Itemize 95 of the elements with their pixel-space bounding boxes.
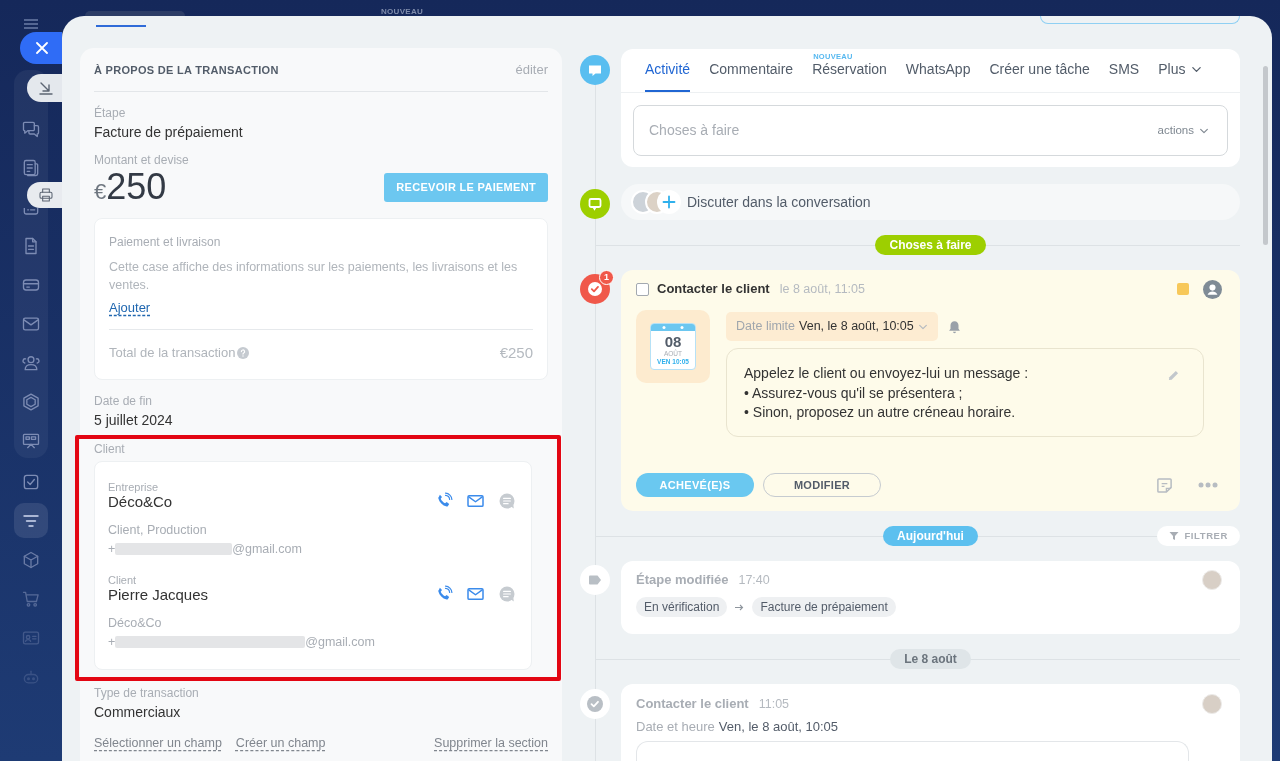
cube-icon <box>21 549 41 570</box>
square-marker-icon[interactable] <box>1177 283 1189 295</box>
field-label: Étape <box>94 106 127 120</box>
deadline-dropdown[interactable]: Date limite Ven, le 8 août, 10:05 <box>726 312 938 341</box>
mail-icon[interactable] <box>466 585 485 603</box>
date-badge: Choses à faire <box>875 235 986 255</box>
filter-icon <box>1169 531 1180 541</box>
done-check-icon <box>580 689 610 719</box>
date-label: Date et heure <box>636 719 715 735</box>
date-value: Ven, le 8 août, 10:05 <box>718 719 839 735</box>
bell-icon[interactable] <box>947 319 961 334</box>
task-check-icon <box>580 274 610 304</box>
task-checkbox[interactable] <box>636 282 649 296</box>
deadline-label: Date limite <box>736 318 796 336</box>
bullet-item: • Assurez-vous qu'il se présentera ; <box>744 383 964 403</box>
contact-email: @gmail.com <box>232 541 302 557</box>
contact-prefix: + <box>108 541 116 557</box>
field-value: Facture de prépaiement <box>94 123 244 141</box>
document-list-icon <box>21 157 41 178</box>
total-value: €250 <box>499 344 533 362</box>
counter-badge: 1 <box>599 270 614 285</box>
contact-details: Client, Production <box>108 522 208 538</box>
new-label: NOUVEAU <box>381 7 424 16</box>
add-link[interactable]: Ajouter <box>109 300 151 316</box>
field-label: Client <box>94 442 126 456</box>
close-button[interactable] <box>20 32 62 64</box>
field-value: 5 juillet 2024 <box>94 411 174 429</box>
bullet-item: • Sinon, proposez un autre créneau horaire. <box>744 403 1017 422</box>
contact-email: @gmail.com <box>305 634 375 650</box>
chat-row[interactable]: Discuter dans la conversation <box>621 184 1240 220</box>
chevron-down-icon <box>1191 64 1203 75</box>
tab[interactable]: Activité <box>645 49 691 92</box>
description-text: Appelez le client ou envoyez-lui un message : <box>744 364 1029 383</box>
chat-icon <box>580 189 610 219</box>
avatar <box>1202 570 1222 590</box>
sidebar-item[interactable] <box>14 503 48 538</box>
contact-name[interactable]: Déco&Co <box>108 494 302 510</box>
avatar <box>1202 694 1222 714</box>
tag-icon <box>580 565 610 595</box>
arrow-right-icon <box>735 603 745 611</box>
remove-section-link[interactable]: Supprimer la section <box>434 735 548 751</box>
printer-icon <box>37 187 54 203</box>
field-label: Type de transaction <box>94 686 200 700</box>
contact-role: Entreprise <box>108 481 160 494</box>
hexagon-icon <box>21 391 41 412</box>
stage-pill: En vérification <box>636 597 728 617</box>
event-time: 17:40 <box>738 571 770 589</box>
contact-prefix: + <box>108 634 116 650</box>
tab[interactable]: Commentaire <box>709 49 794 92</box>
task-time: le 8 août, 11:05 <box>779 280 865 298</box>
event-title: Étape modifiée <box>636 571 729 590</box>
field-link[interactable]: Sélectionner un champ <box>94 735 222 751</box>
calendar-day: 08 <box>664 334 682 349</box>
scrollbar[interactable] <box>1263 66 1268 245</box>
activity-title: Contacter le client <box>636 695 749 714</box>
arrow-button[interactable] <box>27 74 62 102</box>
help-icon[interactable] <box>237 347 250 359</box>
close-icon <box>36 42 48 54</box>
more-icon[interactable] <box>1198 482 1218 488</box>
active-tab-indicator <box>96 25 146 27</box>
tab[interactable]: Créer une tâche <box>989 49 1090 92</box>
card-description: Cette case affiche des informations sur les paiements, les livraisons et les ventes. <box>109 259 519 294</box>
field-value: Commerciaux <box>94 703 182 721</box>
currency-symbol: € <box>94 181 107 203</box>
date-badge: Aujourd'hui <box>883 526 978 546</box>
note-icon[interactable] <box>1156 476 1173 494</box>
print-button[interactable] <box>27 182 62 208</box>
contact-role: Client <box>108 574 138 587</box>
contact-details: Déco&Co <box>108 615 163 631</box>
chat-label: Discuter dans la conversation <box>687 192 871 212</box>
field-label: Date de fin <box>94 394 154 408</box>
field-link[interactable]: Créer un champ <box>235 735 326 751</box>
task-title: Contacter le client <box>657 280 770 299</box>
arrow-down-right-icon <box>38 81 53 95</box>
contact-name[interactable]: Pierre Jacques <box>108 587 375 603</box>
todo-input-field[interactable]: Choses à faire actions <box>633 105 1228 156</box>
tab[interactable]: Plus <box>1158 49 1203 92</box>
tab[interactable]: WhatsApp <box>905 49 971 92</box>
total-label: Total de la transaction <box>109 344 236 362</box>
deadline-value: Ven, le 8 août, 10:05 <box>799 318 914 336</box>
plus-icon <box>657 190 681 214</box>
card-title: Paiement et livraison <box>109 235 222 249</box>
user-icon[interactable] <box>1203 279 1222 299</box>
menu-icon[interactable] <box>24 19 38 29</box>
actions-dropdown[interactable]: actions <box>1157 121 1209 140</box>
tab[interactable]: SMS <box>1108 49 1140 92</box>
field-label: Montant et devise <box>94 153 190 167</box>
activity-time: 11:05 <box>758 695 790 713</box>
comment-icon <box>580 55 610 85</box>
section-title: À PROPOS DE LA TRANSACTION <box>94 63 279 77</box>
date-badge: Le 8 août <box>890 649 971 669</box>
document-grid-icon <box>21 208 41 217</box>
mail-icon[interactable] <box>466 492 485 510</box>
stage-pill: Facture de prépaiement <box>752 597 896 617</box>
amount-value: 250 <box>106 170 167 204</box>
